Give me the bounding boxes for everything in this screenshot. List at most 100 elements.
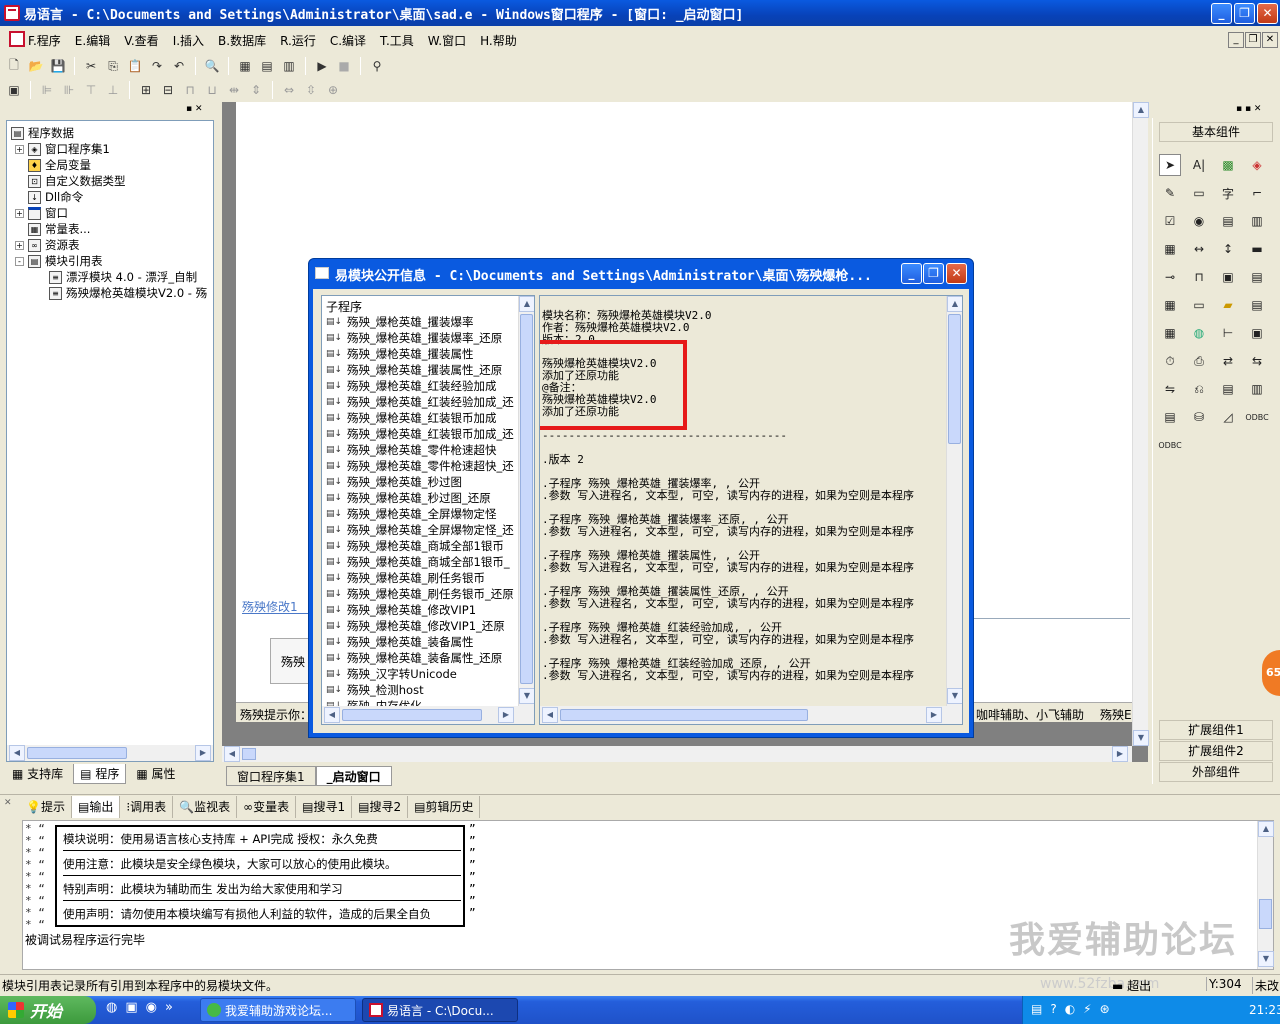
form-icon[interactable]: ▣ <box>4 80 24 100</box>
info-hscrollbar[interactable]: ◀ ▶ <box>540 706 962 724</box>
checkbox-icon[interactable]: ☑ <box>1159 210 1181 232</box>
tab-support-lib[interactable]: ▦ 支持库 <box>6 764 69 784</box>
function-item[interactable]: ▤↓ 殇殃_爆枪英雄_红装银币加成_还 <box>326 426 514 442</box>
scroll-down-icon[interactable]: ▼ <box>519 688 534 704</box>
menu-window[interactable]: W.窗口 <box>428 32 466 49</box>
binoculars-icon[interactable]: ⚲ <box>367 56 387 76</box>
function-item[interactable]: ▤↓ 殇殃_爆枪英雄_红装经验加成_还 <box>326 394 514 410</box>
client-icon[interactable]: ⇋ <box>1159 378 1181 400</box>
window-icon[interactable]: ▣ <box>1246 322 1268 344</box>
menu-view[interactable]: V.查看 <box>124 32 158 49</box>
start-button[interactable]: 开始 <box>0 996 96 1024</box>
function-item[interactable]: ▤↓ 殇殃_爆枪英雄_零件枪速超快 <box>326 442 497 458</box>
function-item[interactable]: ▤↓ 殇殃_爆枪英雄_攫装爆率_还原 <box>326 330 502 346</box>
editor-hscrollbar[interactable]: ◀ ▶ <box>222 746 1132 762</box>
cut-icon[interactable]: ✂ <box>81 56 101 76</box>
dir-icon[interactable]: ▰ <box>1217 294 1239 316</box>
function-item[interactable]: ▤↓ 殇殃_爆枪英雄_修改VIP1 <box>326 602 476 618</box>
report-icon[interactable]: ▦ <box>1159 322 1181 344</box>
scroll-right-icon[interactable]: ▶ <box>1112 746 1128 762</box>
drive-icon[interactable]: ⎌ <box>1188 378 1210 400</box>
function-item[interactable]: ▤↓ 殇殃_爆枪英雄_红装经验加成 <box>326 378 497 394</box>
socket-icon[interactable]: ⇄ <box>1217 350 1239 372</box>
align-top-icon[interactable]: ⊤ <box>81 80 101 100</box>
data-icon[interactable]: ▤ <box>1217 378 1239 400</box>
desktop-icon[interactable]: ▣ <box>125 1000 137 1020</box>
scroll-thumb[interactable] <box>520 314 533 684</box>
layout1-icon[interactable]: ▦ <box>235 56 255 76</box>
edit-icon[interactable]: ✎ <box>1159 182 1181 204</box>
tab-output[interactable]: ▤ 输出 <box>71 795 121 818</box>
function-item[interactable]: ▤↓ 殇殃_爆枪英雄_修改VIP1_还原 <box>326 618 505 634</box>
tab-window-program-set[interactable]: 窗口程序集1 <box>226 766 316 786</box>
line-icon[interactable]: ⌐ <box>1246 182 1268 204</box>
scroll-thumb[interactable] <box>242 748 256 760</box>
tree-item[interactable]: - ▤ 模块引用表 <box>15 253 103 269</box>
align-center-icon[interactable]: ⊪ <box>59 80 79 100</box>
menu-tools[interactable]: T.工具 <box>380 32 414 49</box>
output-vscrollbar[interactable]: ▲ ▼ <box>1257 821 1274 969</box>
text-icon[interactable]: 字 <box>1217 182 1239 204</box>
list-hscrollbar[interactable]: ◀ ▶ <box>322 706 534 724</box>
radio-icon[interactable]: ◉ <box>1188 210 1210 232</box>
tree-item[interactable]: ♦ 全局变量 <box>28 157 91 173</box>
tab-startup-window[interactable]: _启动窗口 <box>315 766 392 786</box>
left-panel-controls[interactable]: ▪ ✕ <box>186 104 216 116</box>
scroll-down-icon[interactable]: ▼ <box>1133 730 1149 746</box>
same-width-icon[interactable]: ⊓ <box>180 80 200 100</box>
function-item[interactable]: ▤↓ 殇殃_爆枪英雄_全屏爆物定怪 <box>326 506 497 522</box>
bottom-close-icon[interactable]: ✕ <box>4 798 14 812</box>
mdi-minimize-button[interactable]: _ <box>1228 32 1244 48</box>
function-item[interactable]: ▤↓ 殇殃_爆枪英雄_零件枪速超快_还 <box>326 458 514 474</box>
grid-icon[interactable]: ⊕ <box>323 80 343 100</box>
same-height-icon[interactable]: ⊔ <box>202 80 222 100</box>
network-icon[interactable]: ◍ <box>1188 322 1210 344</box>
align-bottom-icon[interactable]: ⊥ <box>103 80 123 100</box>
find-icon[interactable]: 🔍 <box>202 56 222 76</box>
picture-icon[interactable]: ▩ <box>1217 154 1239 176</box>
tab-properties[interactable]: ▦ 属性 <box>130 764 181 784</box>
taskbar-item-active[interactable]: 易语言 - C:\Docu... <box>362 998 518 1022</box>
function-item[interactable]: ▤↓ 殇殃_爆枪英雄_全屏爆物定怪_还 <box>326 522 514 538</box>
dialog-close-button[interactable]: ✕ <box>946 263 967 284</box>
dbsource-icon[interactable]: ⛁ <box>1188 406 1210 428</box>
function-item[interactable]: ▤↓ 殇殃_爆枪英雄_刷任务银币 <box>326 570 485 586</box>
layout2-icon[interactable]: ▤ <box>257 56 277 76</box>
size-icon[interactable]: ⇔ <box>279 80 299 100</box>
tab-clip-history[interactable]: ▤ 剪辑历史 <box>408 795 481 818</box>
hscroll-icon[interactable]: ↔ <box>1188 238 1210 260</box>
function-item[interactable]: ▤↓ 殇殃_汉字转Unicode <box>326 666 457 682</box>
taskbar-item[interactable]: 我爱辅助游戏论坛... <box>200 998 356 1022</box>
tab-hint[interactable]: 💡 提示 <box>20 795 72 818</box>
scroll-thumb[interactable] <box>560 709 808 721</box>
menu-edit[interactable]: E.编辑 <box>75 32 110 49</box>
scroll-right-icon[interactable]: ▶ <box>498 707 514 723</box>
size2-icon[interactable]: ⇳ <box>301 80 321 100</box>
printer-icon[interactable]: ⎙ <box>1188 350 1210 372</box>
palette-ext2-button[interactable]: 扩展组件2 <box>1159 741 1273 761</box>
paste-icon[interactable]: 📋 <box>125 56 145 76</box>
function-item[interactable]: ▤↓ 殇殃_爆枪英雄_装备属性_还原 <box>326 650 502 666</box>
tab-icon[interactable]: ⊓ <box>1188 266 1210 288</box>
center-v-icon[interactable]: ⊟ <box>158 80 178 100</box>
calendar-icon[interactable]: ▣ <box>1217 266 1239 288</box>
editor-vscrollbar[interactable]: ▲ ▼ <box>1132 102 1149 746</box>
tree-item[interactable]: ⊡ 自定义数据类型 <box>28 173 126 189</box>
tree-item[interactable]: ▦ 常量表... <box>28 221 90 237</box>
list-vscrollbar[interactable]: ▲ ▼ <box>518 296 534 706</box>
align-left-icon[interactable]: ⊫ <box>37 80 57 100</box>
shape-icon[interactable]: ◈ <box>1246 154 1268 176</box>
function-item[interactable]: ▤↓ 殇殃_爆枪英雄_秒过图 <box>326 474 462 490</box>
scroll-left-icon[interactable]: ◀ <box>324 707 340 723</box>
pointer-icon[interactable]: ➤ <box>1159 154 1181 176</box>
palette-ext1-button[interactable]: 扩展组件1 <box>1159 720 1273 740</box>
space-v-icon[interactable]: ⇕ <box>246 80 266 100</box>
grid-icon[interactable]: ▤ <box>1246 266 1268 288</box>
menu-database[interactable]: B.数据库 <box>218 32 266 49</box>
tab-search2[interactable]: ▤ 搜寻2 <box>352 795 409 818</box>
palette-basic-title[interactable]: 基本组件 <box>1159 122 1273 142</box>
layout3-icon[interactable]: ▥ <box>279 56 299 76</box>
group-icon[interactable]: ▭ <box>1188 182 1210 204</box>
tray-icons[interactable]: ▤?◐⚡⊛ <box>1031 1002 1118 1016</box>
scroll-left-icon[interactable]: ◀ <box>9 745 25 761</box>
